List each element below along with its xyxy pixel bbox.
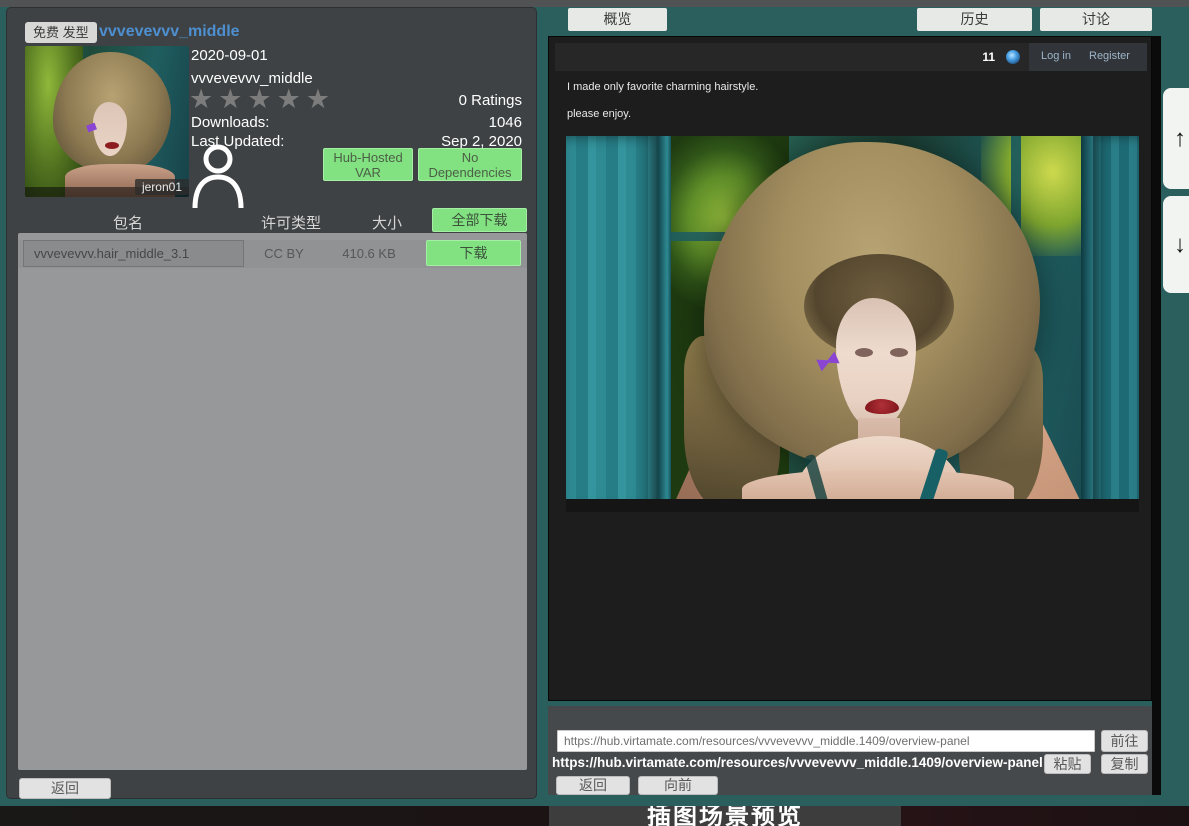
underlying-app-clipped-button[interactable]: 插图场景预览 (549, 806, 901, 826)
photo-bottom-bar (566, 499, 1139, 512)
resource-date: 2020-09-01 (191, 47, 268, 64)
thumbnail-credit-label: jeron01 (135, 179, 189, 195)
resource-photo (566, 136, 1139, 512)
current-url-label: https://hub.virtamate.com/resources/vvve… (552, 755, 1042, 770)
hub-browser-window: 免费 发型 vvvevevvv_middle jeron01 2020-09-0… (0, 0, 1189, 826)
browser-forward-button[interactable]: 向前 (638, 776, 718, 795)
like-sphere-icon (1006, 50, 1020, 64)
panel-back-button[interactable]: 返回 (19, 778, 111, 799)
hub-webview: 11 11 Log in Register I made only favori… (548, 36, 1152, 701)
register-link[interactable]: Register (1089, 50, 1130, 62)
no-dependencies-badge: No Dependencies (418, 148, 522, 181)
column-header-license: 许可类型 (231, 212, 351, 233)
clipped-button-label: 插图场景预览 (647, 806, 803, 826)
webview-right-margin (1152, 36, 1161, 795)
description-line-2: please enjoy. (567, 108, 631, 120)
photo-character-right-eye (890, 348, 908, 357)
downloads-label: Downloads: (191, 114, 269, 131)
column-header-size: 大小 (337, 212, 437, 233)
photo-left-window-frame (658, 136, 671, 512)
go-button[interactable]: 前往 (1101, 730, 1148, 752)
resource-detail-panel: 免费 发型 vvvevevvv_middle jeron01 2020-09-0… (6, 7, 537, 799)
resource-thumbnail: jeron01 (25, 46, 189, 197)
scroll-down-button[interactable]: ↓ (1163, 196, 1189, 293)
package-name-cell[interactable]: vvvevevvv.hair_middle_3.1 (23, 240, 244, 267)
scroll-up-button[interactable]: ↑ (1163, 88, 1189, 189)
resource-title[interactable]: vvvevevvv_middle (99, 23, 240, 41)
photo-right-shutter (1093, 136, 1139, 512)
likes-count-left: 11 (982, 49, 995, 65)
download-all-button[interactable]: 全部下载 (432, 208, 527, 232)
column-header-package: 包名 (68, 212, 188, 233)
arrow-up-icon: ↑ (1174, 125, 1186, 152)
login-link[interactable]: Log in (1041, 50, 1071, 62)
login-register-panel: Log in Register (1029, 43, 1147, 71)
hub-hosted-var-badge: Hub-Hosted VAR (323, 148, 413, 181)
downloads-value: 1046 (489, 114, 522, 131)
window-top-strip (0, 0, 1189, 7)
copy-button[interactable]: 复制 (1101, 754, 1148, 774)
person-icon (190, 144, 246, 208)
thumb-character-lips (105, 142, 119, 149)
browser-nav-bar: 前往 https://hub.virtamate.com/resources/v… (548, 706, 1152, 795)
star-rating-icons: ★★★★★ (189, 84, 335, 115)
description-line-1: I made only favorite charming hairstyle. (567, 81, 758, 93)
photo-character-lips (865, 399, 899, 414)
photo-character-left-eye (855, 348, 873, 357)
ratings-count: 0 Ratings (459, 92, 522, 109)
url-input[interactable] (557, 730, 1095, 752)
download-button[interactable]: 下载 (426, 240, 521, 266)
table-row[interactable]: vvvevevvv.hair_middle_3.1 CC BY 410.6 KB… (18, 240, 527, 268)
package-size-cell: 410.6 KB (319, 240, 419, 267)
webview-header-bar: 11 11 Log in Register (555, 43, 1147, 71)
photo-left-shutter (566, 136, 658, 512)
browser-back-button[interactable]: 返回 (556, 776, 630, 795)
tab-history[interactable]: 历史 (917, 8, 1032, 31)
tab-discussion[interactable]: 讨论 (1040, 8, 1152, 31)
tab-overview[interactable]: 概览 (568, 8, 667, 31)
photo-right-window-frame (1081, 136, 1093, 512)
package-list: vvvevevvv.hair_middle_3.1 CC BY 410.6 KB… (18, 233, 527, 770)
paste-button[interactable]: 粘贴 (1044, 754, 1091, 774)
resource-type-badge: 免费 发型 (25, 22, 97, 43)
arrow-down-icon: ↓ (1174, 231, 1186, 258)
